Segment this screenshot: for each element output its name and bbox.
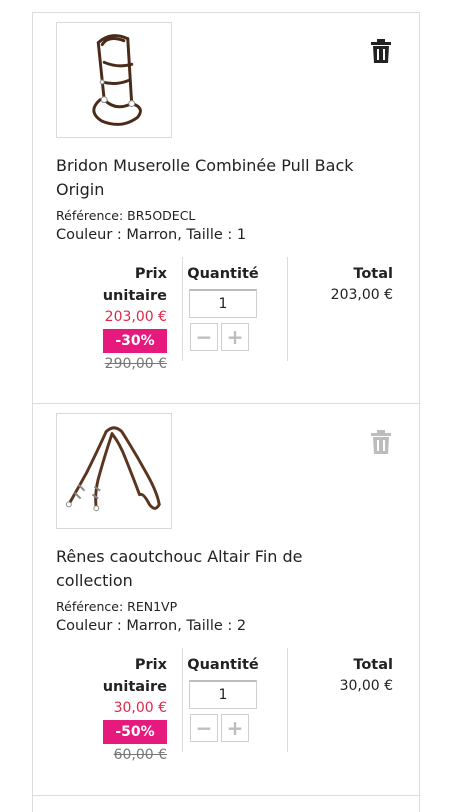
product-name[interactable]: Rênes caoutchouc Altair Fin de collectio… [56, 545, 356, 593]
original-price: 290,00 € [104, 356, 167, 372]
column-divider [287, 648, 288, 752]
product-name[interactable]: Bridon Muserolle Combinée Pull Back Orig… [56, 154, 356, 202]
product-reference: Référence: REN1VP [56, 599, 178, 614]
cart-item: Bridon Muserolle Combinée Pull Back Orig… [33, 13, 419, 403]
bridle-icon [92, 34, 142, 126]
trash-icon [371, 430, 391, 454]
item-divider [33, 795, 419, 796]
total-label: Total [353, 657, 393, 673]
product-image[interactable] [56, 413, 172, 529]
column-divider [287, 257, 288, 361]
delete-button[interactable] [370, 429, 392, 455]
quantity-input[interactable]: 1 [189, 289, 257, 318]
decrease-quantity-button[interactable]: − [190, 323, 218, 351]
quantity-stepper: − + [190, 714, 263, 742]
reins-icon [65, 426, 161, 512]
quantity-label: Quantité [187, 657, 259, 673]
product-attributes: Couleur : Marron, Taille : 2 [56, 618, 247, 634]
increase-quantity-button[interactable]: + [221, 714, 249, 742]
quantity-input[interactable]: 1 [189, 680, 257, 709]
quantity-column: Quantité 1 − + [183, 654, 263, 742]
quantity-stepper: − + [190, 323, 263, 351]
increase-quantity-button[interactable]: + [221, 323, 249, 351]
unit-price-label-2: unitaire [102, 679, 167, 695]
product-reference: Référence: BR5ODECL [56, 208, 196, 223]
total-value: 203,00 € [330, 287, 393, 303]
unit-price-label: Prix [134, 657, 167, 673]
total-label: Total [353, 266, 393, 282]
cart-item: Rênes caoutchouc Altair Fin de collectio… [33, 404, 419, 794]
current-price: 203,00 € [104, 309, 167, 325]
original-price: 60,00 € [113, 747, 167, 763]
product-attributes: Couleur : Marron, Taille : 1 [56, 227, 247, 243]
discount-badge: -30% [103, 329, 167, 353]
unit-price-column: Prix unitaire 30,00 € -50% 60,00 € [63, 654, 167, 766]
delete-button[interactable] [370, 38, 392, 64]
discount-badge: -50% [103, 720, 167, 744]
unit-price-label-2: unitaire [102, 288, 167, 304]
total-column: Total 30,00 € [293, 654, 393, 696]
total-column: Total 203,00 € [293, 263, 393, 305]
unit-price-column: Prix unitaire 203,00 € -30% 290,00 € [63, 263, 167, 375]
product-image[interactable] [56, 22, 172, 138]
quantity-column: Quantité 1 − + [183, 263, 263, 351]
decrease-quantity-button[interactable]: − [190, 714, 218, 742]
current-price: 30,00 € [113, 700, 167, 716]
quantity-label: Quantité [187, 266, 259, 282]
total-value: 30,00 € [339, 678, 393, 694]
unit-price-label: Prix [134, 266, 167, 282]
trash-icon [371, 39, 391, 63]
cart-list: Bridon Muserolle Combinée Pull Back Orig… [32, 12, 420, 812]
